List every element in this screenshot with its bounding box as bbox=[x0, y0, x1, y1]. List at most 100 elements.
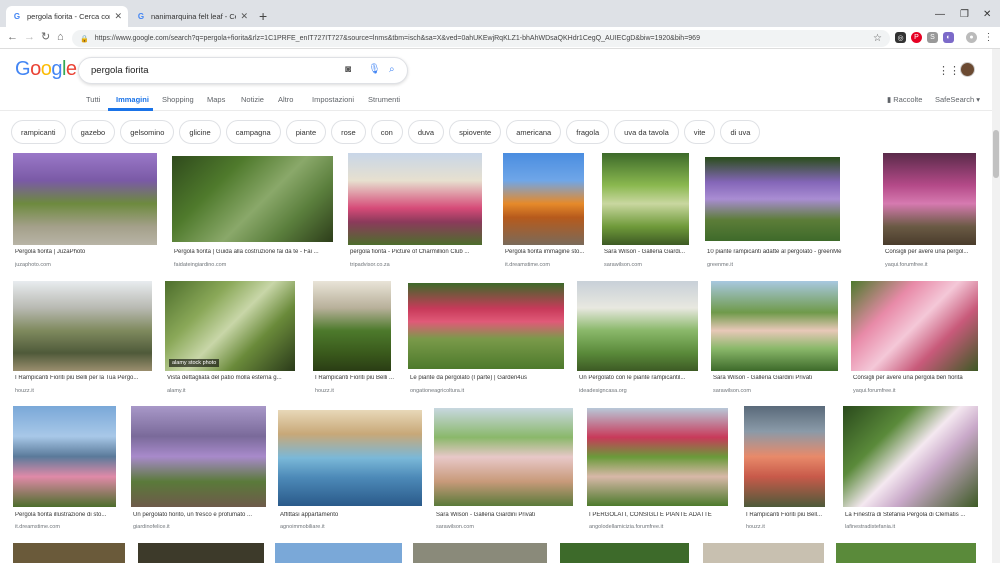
pinterest-icon[interactable]: P bbox=[911, 32, 922, 43]
result-caption[interactable]: Consigli per avere una pergola ben fiori… bbox=[853, 375, 980, 381]
result-thumbnail[interactable] bbox=[703, 543, 824, 563]
collections-button[interactable]: ▮ Raccolte bbox=[887, 95, 922, 104]
image-result[interactable]: La Finestra di Stefania Pergola di Clema… bbox=[843, 406, 978, 532]
result-caption[interactable]: Vista dettagliata del patio molla estern… bbox=[167, 375, 297, 381]
chip[interactable]: campagna bbox=[225, 120, 281, 144]
result-caption[interactable]: I PERGOLATI, CONSIGLI E PIANTE ADATTE bbox=[589, 512, 730, 518]
result-thumbnail[interactable] bbox=[560, 543, 689, 563]
camera-icon[interactable]: ◙ bbox=[345, 65, 351, 75]
result-thumbnail[interactable] bbox=[138, 543, 264, 563]
address-bar[interactable]: 🔒 https://www.google.com/search?q=pergol… bbox=[72, 30, 890, 47]
result-caption[interactable]: Le piante da pergolato (I parte) | Garde… bbox=[410, 375, 566, 381]
result-caption[interactable]: Consigli per avere una pergol... bbox=[885, 249, 1000, 255]
result-thumbnail[interactable] bbox=[13, 406, 116, 507]
result-thumbnail[interactable] bbox=[165, 281, 295, 371]
restore-icon[interactable]: ❐ bbox=[960, 9, 969, 20]
image-result[interactable]: Sara Wilson - Galleria Giardini Privati s… bbox=[711, 281, 838, 396]
result-caption[interactable]: Pergola fiorita illustrazione di sto... bbox=[15, 512, 135, 518]
search-input[interactable] bbox=[91, 65, 331, 76]
result-caption[interactable]: Sara Wilson - Galleria Giardini Privati bbox=[436, 512, 575, 518]
minimize-icon[interactable]: — bbox=[935, 9, 945, 20]
result-thumbnail[interactable] bbox=[172, 156, 333, 242]
result-caption[interactable]: Un pergolato fiorito, un fresco e profum… bbox=[133, 512, 268, 518]
close-icon[interactable]: ✕ bbox=[240, 11, 248, 22]
new-tab-button[interactable]: + bbox=[259, 9, 267, 23]
result-thumbnail[interactable] bbox=[275, 543, 402, 563]
image-result[interactable]: alamy stock photo Vista dettagliata del p… bbox=[165, 281, 295, 396]
result-thumbnail[interactable] bbox=[851, 281, 978, 371]
result-thumbnail[interactable] bbox=[503, 153, 584, 245]
result-thumbnail[interactable] bbox=[348, 153, 482, 245]
image-result[interactable]: Pergola fiorita | JuzaPhoto juzaphoto.com bbox=[13, 153, 157, 270]
result-caption[interactable]: pergola fiorita - Picture of Charmillion… bbox=[350, 249, 484, 255]
image-result[interactable]: I Rampicanti Fioriti più Bell... houzz.it bbox=[744, 406, 825, 532]
result-caption[interactable]: La Finestra di Stefania Pergola di Clema… bbox=[845, 512, 980, 518]
extension-glasses-icon[interactable]: ◎ bbox=[895, 32, 906, 43]
chip[interactable]: piante bbox=[285, 120, 327, 144]
result-thumbnail[interactable] bbox=[413, 543, 547, 563]
mic-icon[interactable]: 🎙 bbox=[368, 65, 381, 75]
extension-s-icon[interactable]: S bbox=[927, 32, 938, 43]
scrollbar-thumb[interactable] bbox=[993, 130, 999, 178]
result-caption[interactable]: I Rampicanti Fioriti più Belli per la Tu… bbox=[15, 375, 154, 381]
result-caption[interactable]: Pergola fiorita | Guida alla costruzione… bbox=[174, 249, 335, 255]
chip[interactable]: duva bbox=[407, 120, 445, 144]
result-caption[interactable]: Un Pergolato con le piante rampicantil..… bbox=[579, 375, 700, 381]
chip[interactable]: con bbox=[370, 120, 403, 144]
menu-kebab-icon[interactable]: ⋮ bbox=[983, 32, 994, 43]
image-result[interactable]: pergola fiorita - Picture of Charmillion… bbox=[348, 153, 482, 270]
home-icon[interactable]: ⌂ bbox=[57, 31, 64, 43]
result-caption[interactable]: 10 piante rampicanti adatte al pergolato… bbox=[707, 249, 842, 255]
image-result[interactable]: Sara Wilson - Galleria Giardi... sarawils… bbox=[602, 153, 689, 270]
result-thumbnail[interactable] bbox=[13, 281, 152, 371]
tab-settings[interactable]: Impostazioni bbox=[312, 95, 354, 104]
image-result[interactable]: Pergola fiorita illustrazione di sto... i… bbox=[13, 406, 116, 532]
tab-shopping[interactable]: Shopping bbox=[162, 95, 194, 104]
tab-news[interactable]: Notizie bbox=[241, 95, 264, 104]
image-result[interactable]: Le piante da pergolato (I parte) | Garde… bbox=[408, 283, 564, 396]
chip[interactable]: vite bbox=[683, 120, 716, 144]
avatar[interactable] bbox=[960, 62, 975, 77]
chip[interactable]: gelsomino bbox=[120, 120, 175, 144]
image-result[interactable]: I Rampicanti Fioriti più Belli ... houzz.… bbox=[313, 281, 394, 396]
result-thumbnail[interactable] bbox=[836, 543, 976, 563]
result-thumbnail[interactable] bbox=[408, 283, 564, 369]
google-logo[interactable]: Google bbox=[15, 58, 77, 81]
result-thumbnail[interactable] bbox=[434, 408, 573, 506]
result-caption[interactable]: Affittasi appartamento bbox=[280, 512, 424, 518]
image-result[interactable]: 10 piante rampicanti adatte al pergolato… bbox=[705, 157, 842, 270]
search-box[interactable]: ◙ 🎙 ⌕ bbox=[78, 57, 408, 84]
chip[interactable]: americana bbox=[506, 120, 562, 144]
chip[interactable]: spiovente bbox=[449, 120, 502, 144]
forward-icon[interactable]: → bbox=[24, 31, 35, 43]
result-thumbnail[interactable] bbox=[602, 153, 689, 245]
image-result[interactable]: Consigli per avere una pergola ben fiori… bbox=[851, 281, 978, 396]
result-thumbnail[interactable] bbox=[577, 281, 698, 371]
window-close-icon[interactable]: ✕ bbox=[983, 9, 991, 20]
image-result[interactable]: Consigli per avere una pergol... yaqui.fo… bbox=[883, 153, 976, 270]
safesearch-button[interactable]: SafeSearch ▾ bbox=[935, 95, 980, 104]
chip[interactable]: rampicanti bbox=[11, 120, 66, 144]
result-thumbnail[interactable] bbox=[13, 543, 125, 563]
result-thumbnail[interactable] bbox=[744, 406, 825, 507]
search-icon[interactable]: ⌕ bbox=[389, 65, 395, 75]
result-thumbnail[interactable] bbox=[587, 408, 728, 506]
tab-images[interactable]: Immagini bbox=[116, 95, 149, 104]
tab-more[interactable]: Altro bbox=[278, 95, 293, 104]
close-icon[interactable]: ✕ bbox=[114, 11, 122, 22]
image-result[interactable]: I PERGOLATI, CONSIGLI E PIANTE ADATTE ang… bbox=[587, 408, 728, 532]
result-caption[interactable]: Pergola fiorita | JuzaPhoto bbox=[15, 249, 159, 255]
image-result[interactable]: Sara Wilson - Galleria Giardini Privati s… bbox=[434, 408, 573, 532]
chip[interactable]: di uva bbox=[720, 120, 761, 144]
reload-icon[interactable]: ↻ bbox=[41, 31, 50, 43]
back-icon[interactable]: ← bbox=[7, 31, 18, 43]
image-result[interactable]: Un pergolato fiorito, un fresco e profum… bbox=[131, 406, 266, 532]
browser-tab-active[interactable]: G pergola fiorita - Cerca con Google ✕ bbox=[6, 6, 128, 27]
chip[interactable]: gazebo bbox=[70, 120, 116, 144]
result-thumbnail[interactable] bbox=[711, 281, 838, 371]
result-thumbnail[interactable] bbox=[278, 410, 422, 506]
result-thumbnail[interactable] bbox=[313, 281, 391, 371]
profile-icon[interactable]: ● bbox=[966, 32, 977, 43]
image-result[interactable]: Un Pergolato con le piante rampicantil..… bbox=[577, 281, 698, 396]
result-thumbnail[interactable] bbox=[883, 153, 976, 245]
